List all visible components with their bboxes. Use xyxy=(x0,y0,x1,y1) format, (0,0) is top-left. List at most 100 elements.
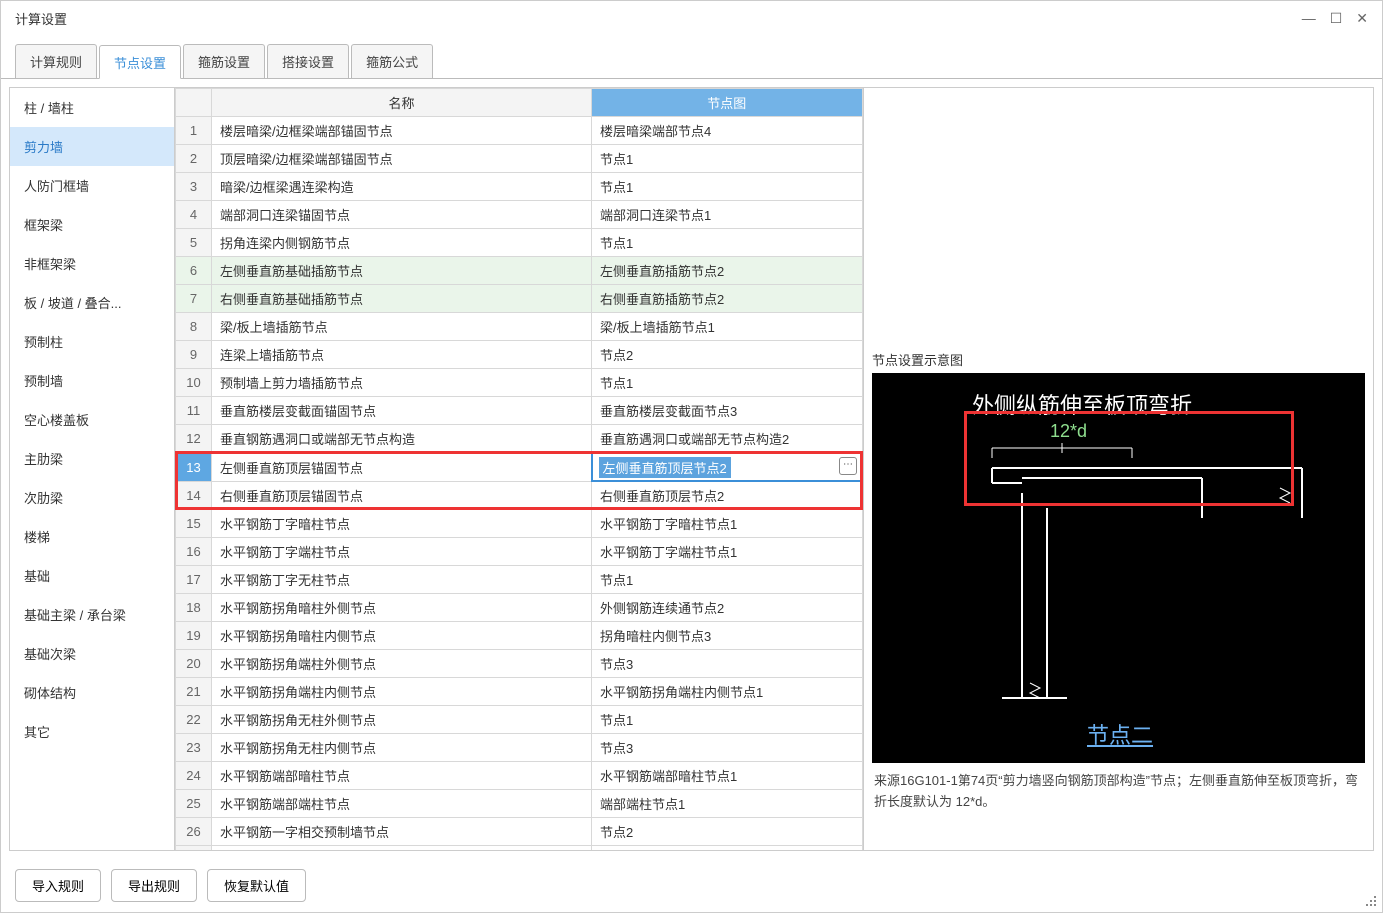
cell-value-input[interactable]: 左侧垂直筋顶层节点2 xyxy=(599,457,731,478)
cell-value[interactable]: 节点1 xyxy=(592,173,863,201)
cell-name[interactable]: 水平钢筋拐角暗柱内侧节点 xyxy=(212,622,592,650)
table-row[interactable]: 27剪力墙遇框架柱/框支柱/端柱平齐一侧节点2 xyxy=(176,846,863,851)
row-number[interactable]: 22 xyxy=(176,706,212,734)
row-number[interactable]: 4 xyxy=(176,201,212,229)
cell-name[interactable]: 右侧垂直筋基础插筋节点 xyxy=(212,285,592,313)
cell-name[interactable]: 左侧垂直筋基础插筋节点 xyxy=(212,257,592,285)
tab-1[interactable]: 节点设置 xyxy=(99,45,181,79)
table-row[interactable]: 15水平钢筋丁字暗柱节点水平钢筋丁字暗柱节点1 xyxy=(176,510,863,538)
cell-value[interactable]: 拐角暗柱内侧节点3 xyxy=(592,622,863,650)
cell-value[interactable]: 水平钢筋丁字暗柱节点1 xyxy=(592,510,863,538)
table-row[interactable]: 21水平钢筋拐角端柱内侧节点水平钢筋拐角端柱内侧节点1 xyxy=(176,678,863,706)
row-number[interactable]: 18 xyxy=(176,594,212,622)
cell-name[interactable]: 垂直钢筋遇洞口或端部无节点构造 xyxy=(212,425,592,454)
cell-name[interactable]: 水平钢筋丁字端柱节点 xyxy=(212,538,592,566)
cell-name[interactable]: 水平钢筋一字相交预制墙节点 xyxy=(212,818,592,846)
resize-grip-icon[interactable] xyxy=(1366,896,1378,908)
sidebar-item-3[interactable]: 框架梁 xyxy=(10,205,174,244)
table-row[interactable]: 7右侧垂直筋基础插筋节点右侧垂直筋插筋节点2 xyxy=(176,285,863,313)
cell-value[interactable]: 节点1 xyxy=(592,229,863,257)
row-number[interactable]: 2 xyxy=(176,145,212,173)
row-number[interactable]: 26 xyxy=(176,818,212,846)
footer-btn-2[interactable]: 恢复默认值 xyxy=(207,869,306,902)
cell-name[interactable]: 水平钢筋端部暗柱节点 xyxy=(212,762,592,790)
cell-name[interactable]: 端部洞口连梁锚固节点 xyxy=(212,201,592,229)
cell-value[interactable]: 节点2 xyxy=(592,818,863,846)
cell-name[interactable]: 暗梁/边框梁遇连梁构造 xyxy=(212,173,592,201)
cell-name[interactable]: 水平钢筋拐角无柱内侧节点 xyxy=(212,734,592,762)
table-row[interactable]: 24水平钢筋端部暗柱节点水平钢筋端部暗柱节点1 xyxy=(176,762,863,790)
cell-name[interactable]: 垂直筋楼层变截面锚固节点 xyxy=(212,397,592,425)
table-row[interactable]: 25水平钢筋端部端柱节点端部端柱节点1 xyxy=(176,790,863,818)
cell-name[interactable]: 水平钢筋丁字暗柱节点 xyxy=(212,510,592,538)
table-row[interactable]: 11垂直筋楼层变截面锚固节点垂直筋楼层变截面节点3 xyxy=(176,397,863,425)
cell-value[interactable]: 左侧垂直筋顶层节点2⋯ xyxy=(592,453,863,481)
cell-value[interactable]: 外侧钢筋连续通节点2 xyxy=(592,594,863,622)
table-row[interactable]: 17水平钢筋丁字无柱节点节点1 xyxy=(176,566,863,594)
table-row[interactable]: 19水平钢筋拐角暗柱内侧节点拐角暗柱内侧节点3 xyxy=(176,622,863,650)
cell-name[interactable]: 水平钢筋拐角端柱内侧节点 xyxy=(212,678,592,706)
row-number[interactable]: 10 xyxy=(176,369,212,397)
sidebar-item-11[interactable]: 楼梯 xyxy=(10,517,174,556)
sidebar-item-5[interactable]: 板 / 坡道 / 叠合... xyxy=(10,283,174,322)
cell-value[interactable]: 右侧垂直筋插筋节点2 xyxy=(592,285,863,313)
cell-name[interactable]: 连梁上墙插筋节点 xyxy=(212,341,592,369)
cell-value[interactable]: 垂直筋遇洞口或端部无节点构造2 xyxy=(592,425,863,454)
table-row[interactable]: 4端部洞口连梁锚固节点端部洞口连梁节点1 xyxy=(176,201,863,229)
table-row[interactable]: 23水平钢筋拐角无柱内侧节点节点3 xyxy=(176,734,863,762)
cell-value[interactable]: 梁/板上墙插筋节点1 xyxy=(592,313,863,341)
row-number[interactable]: 13 xyxy=(176,453,212,481)
cell-value[interactable]: 节点1 xyxy=(592,566,863,594)
table-row[interactable]: 8梁/板上墙插筋节点梁/板上墙插筋节点1 xyxy=(176,313,863,341)
cell-value[interactable]: 楼层暗梁端部节点4 xyxy=(592,117,863,145)
row-number[interactable]: 11 xyxy=(176,397,212,425)
row-number[interactable]: 9 xyxy=(176,341,212,369)
cell-value[interactable]: 端部端柱节点1 xyxy=(592,790,863,818)
diagram-node-link[interactable]: 节点二 xyxy=(1087,718,1153,750)
cell-name[interactable]: 水平钢筋拐角端柱外侧节点 xyxy=(212,650,592,678)
sidebar-item-10[interactable]: 次肋梁 xyxy=(10,478,174,517)
col-value-header[interactable]: 节点图 xyxy=(592,89,863,117)
close-icon[interactable]: ✕ xyxy=(1356,10,1368,27)
cell-name[interactable]: 剪力墙遇框架柱/框支柱/端柱平齐一侧 xyxy=(212,846,592,851)
col-name-header[interactable]: 名称 xyxy=(212,89,592,117)
sidebar-item-15[interactable]: 砌体结构 xyxy=(10,673,174,712)
sidebar-item-7[interactable]: 预制墙 xyxy=(10,361,174,400)
cell-value[interactable]: 节点1 xyxy=(592,369,863,397)
cell-value[interactable]: 水平钢筋端部暗柱节点1 xyxy=(592,762,863,790)
cell-value[interactable]: 水平钢筋拐角端柱内侧节点1 xyxy=(592,678,863,706)
table-row[interactable]: 1楼层暗梁/边框梁端部锚固节点楼层暗梁端部节点4 xyxy=(176,117,863,145)
row-number[interactable]: 20 xyxy=(176,650,212,678)
table-row[interactable]: 12垂直钢筋遇洞口或端部无节点构造垂直筋遇洞口或端部无节点构造2 xyxy=(176,425,863,454)
table-row[interactable]: 9连梁上墙插筋节点节点2 xyxy=(176,341,863,369)
table-row[interactable]: 2顶层暗梁/边框梁端部锚固节点节点1 xyxy=(176,145,863,173)
tab-2[interactable]: 箍筋设置 xyxy=(183,44,265,78)
row-number[interactable]: 23 xyxy=(176,734,212,762)
cell-name[interactable]: 右侧垂直筋顶层锚固节点 xyxy=(212,481,592,510)
cell-value[interactable]: 节点2 xyxy=(592,846,863,851)
row-number[interactable]: 1 xyxy=(176,117,212,145)
table-container[interactable]: 名称 节点图 1楼层暗梁/边框梁端部锚固节点楼层暗梁端部节点42顶层暗梁/边框梁… xyxy=(175,88,863,850)
row-number[interactable]: 15 xyxy=(176,510,212,538)
table-row[interactable]: 10预制墙上剪力墙插筋节点节点1 xyxy=(176,369,863,397)
cell-value[interactable]: 节点3 xyxy=(592,650,863,678)
sidebar-item-2[interactable]: 人防门框墙 xyxy=(10,166,174,205)
cell-value[interactable]: 垂直筋楼层变截面节点3 xyxy=(592,397,863,425)
row-number[interactable]: 19 xyxy=(176,622,212,650)
row-number[interactable]: 21 xyxy=(176,678,212,706)
row-number[interactable]: 3 xyxy=(176,173,212,201)
row-number[interactable]: 6 xyxy=(176,257,212,285)
row-number[interactable]: 8 xyxy=(176,313,212,341)
row-number[interactable]: 25 xyxy=(176,790,212,818)
table-row[interactable]: 20水平钢筋拐角端柱外侧节点节点3 xyxy=(176,650,863,678)
cell-value[interactable]: 左侧垂直筋插筋节点2 xyxy=(592,257,863,285)
cell-value[interactable]: 节点1 xyxy=(592,706,863,734)
cell-value[interactable]: 节点2 xyxy=(592,341,863,369)
footer-btn-1[interactable]: 导出规则 xyxy=(111,869,197,902)
sidebar-item-4[interactable]: 非框架梁 xyxy=(10,244,174,283)
row-number[interactable]: 14 xyxy=(176,481,212,510)
sidebar-item-1[interactable]: 剪力墙 xyxy=(10,127,174,166)
cell-value[interactable]: 节点3 xyxy=(592,734,863,762)
table-row[interactable]: 14右侧垂直筋顶层锚固节点右侧垂直筋顶层节点2 xyxy=(176,481,863,510)
sidebar-item-14[interactable]: 基础次梁 xyxy=(10,634,174,673)
